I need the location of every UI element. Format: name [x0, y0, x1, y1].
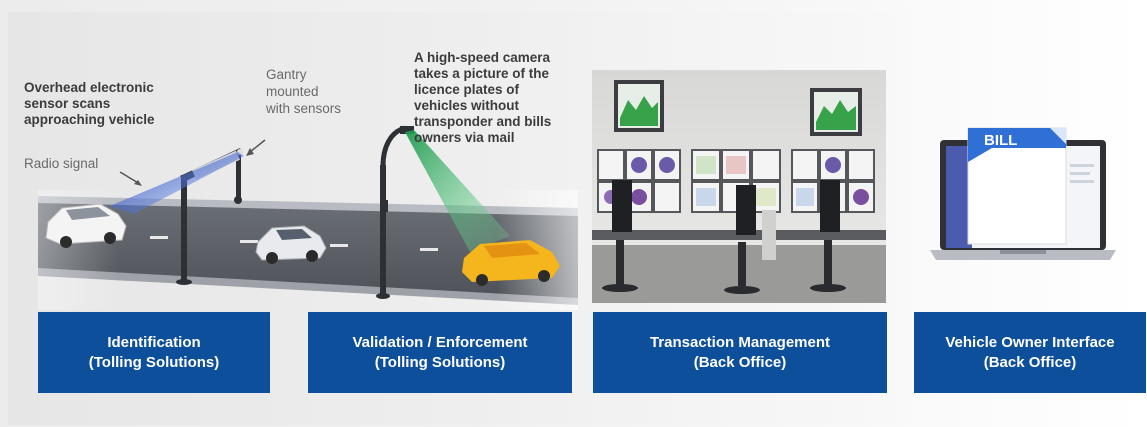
- camera-line-6: owners via mail: [414, 130, 515, 145]
- camera-line-1: A high-speed camera: [414, 50, 551, 65]
- caption-vehicle-owner-subtitle: (Back Office): [983, 353, 1077, 371]
- caption-transaction-management: Transaction Management (Back Office): [593, 312, 887, 393]
- gantry-line-1: Gantry: [266, 67, 307, 82]
- caption-validation-enforcement: Validation / Enforcement (Tolling Soluti…: [308, 312, 572, 393]
- overhead-sensor-line-3: approaching vehicle: [24, 112, 155, 127]
- caption-transaction-title: Transaction Management: [649, 333, 831, 351]
- caption-validation-subtitle: (Tolling Solutions): [374, 353, 506, 371]
- gantry-label: Gantry mounted with sensors: [266, 66, 341, 117]
- top-monitor-right: [810, 88, 862, 136]
- camera-line-3: licence plates of: [414, 82, 520, 97]
- bill-label: BILL: [984, 132, 1017, 149]
- laptop-illustration: BILL: [930, 127, 1116, 260]
- caption-transaction-subtitle: (Back Office): [693, 353, 787, 371]
- overhead-sensor-line-2: sensor scans: [24, 96, 111, 111]
- caption-validation-title: Validation / Enforcement: [352, 333, 528, 351]
- gantry-pointer: [249, 139, 266, 153]
- overhead-sensor-label: Overhead electronic sensor scans approac…: [24, 80, 155, 128]
- caption-identification: Identification (Tolling Solutions): [38, 312, 270, 393]
- server-unit: [762, 210, 776, 260]
- radio-signal-label: Radio signal: [24, 156, 99, 171]
- camera-line-5: transponder and bills: [414, 114, 552, 129]
- top-monitor-left: [614, 80, 664, 132]
- gantry-line-3: with sensors: [266, 101, 342, 116]
- caption-vehicle-owner-interface: Vehicle Owner Interface (Back Office): [914, 312, 1146, 393]
- tolling-process-diagram: Overhead electronic sensor scans approac…: [0, 0, 1147, 427]
- camera-line-2: takes a picture of the: [414, 66, 550, 81]
- gantry-line-2: mounted: [266, 84, 319, 99]
- caption-vehicle-owner-title: Vehicle Owner Interface: [945, 333, 1115, 351]
- caption-identification-subtitle: (Tolling Solutions): [88, 353, 220, 371]
- overhead-sensor-line-1: Overhead electronic: [24, 80, 154, 95]
- camera-line-4: vehicles without: [414, 98, 520, 113]
- control-room-photo: [592, 70, 886, 303]
- caption-identification-title: Identification: [107, 333, 201, 351]
- camera-label: A high-speed camera takes a picture of t…: [414, 50, 551, 146]
